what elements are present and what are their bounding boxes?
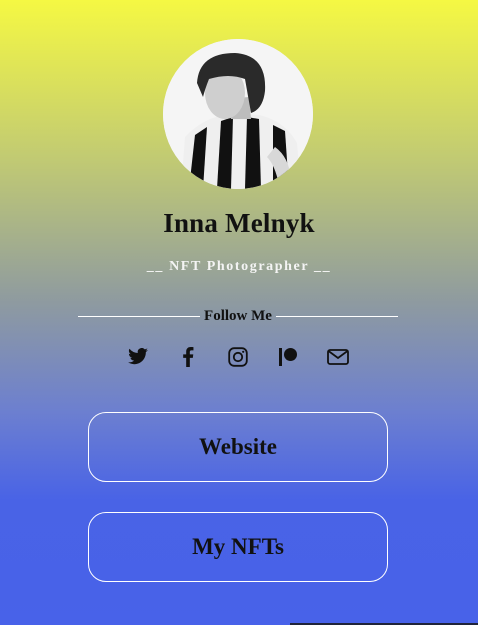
facebook-icon[interactable] bbox=[163, 344, 213, 370]
follow-divider: Follow Me bbox=[78, 305, 398, 327]
website-button[interactable]: Website bbox=[88, 412, 388, 482]
divider-line-left bbox=[78, 315, 201, 317]
profile-name: Inna Melnyk bbox=[163, 208, 315, 238]
patreon-icon[interactable] bbox=[263, 344, 313, 370]
follow-me-label: Follow Me bbox=[204, 307, 272, 324]
divider-line-right bbox=[275, 315, 398, 317]
profile-tagline: __ NFT Photographer __ bbox=[146, 259, 332, 274]
mail-icon[interactable] bbox=[313, 344, 363, 370]
avatar bbox=[163, 39, 313, 189]
profile-card: Inna Melnyk __ NFT Photographer __ Follo… bbox=[0, 0, 478, 625]
twitter-icon[interactable] bbox=[113, 344, 163, 370]
my-nfts-button[interactable]: My NFTs bbox=[88, 512, 388, 582]
avatar-photo bbox=[163, 39, 313, 189]
instagram-icon[interactable] bbox=[213, 344, 263, 370]
social-links bbox=[113, 344, 363, 370]
